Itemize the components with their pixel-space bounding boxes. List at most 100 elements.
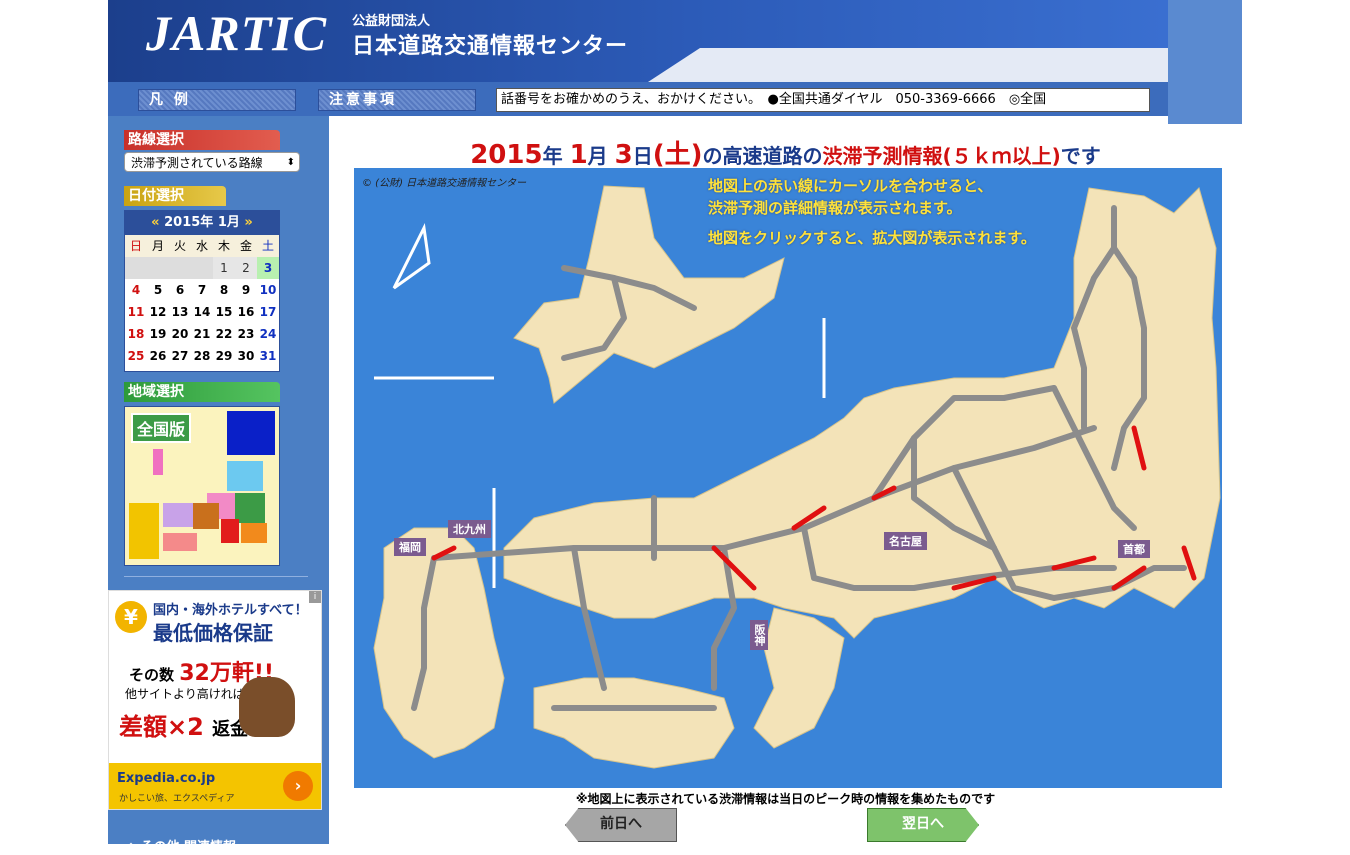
- japan-map-svg[interactable]: [354, 168, 1222, 788]
- calendar-day[interactable]: 7: [191, 279, 213, 301]
- map-instruction-2: 渋滞予測の詳細情報が表示されます。: [708, 199, 962, 217]
- jartic-logo[interactable]: JARTIC: [146, 4, 327, 62]
- calendar-blank: [191, 257, 213, 279]
- calendar-day[interactable]: 25: [125, 345, 147, 367]
- ad-line2: 最低価格保証: [153, 621, 273, 645]
- ad-line5: 差額×2 返金: [119, 707, 248, 742]
- select-arrow-icon: ⬍: [286, 157, 295, 168]
- calendar-day[interactable]: 14: [191, 301, 213, 323]
- calendar: « 2015年 1月 » 日月火水木金土 1 2 3 4 5 6 7 8 9 10 11 12 13 14 1…: [124, 210, 280, 372]
- calendar-day[interactable]: 13: [169, 301, 191, 323]
- other-link[interactable]: ◇ その他 関連情報: [126, 836, 236, 855]
- weekday-header: 水: [191, 235, 213, 257]
- region-label-nagoya[interactable]: 名古屋: [884, 532, 927, 550]
- calendar-blank: [125, 257, 147, 279]
- calendar-day[interactable]: 2: [235, 257, 257, 279]
- calendar-day[interactable]: 17: [257, 301, 279, 323]
- shikoku-landmass: [533, 677, 735, 769]
- calendar-day[interactable]: 22: [213, 323, 235, 345]
- ad-go-arrow-icon[interactable]: ›: [283, 771, 313, 801]
- region-kyushu[interactable]: [129, 503, 159, 559]
- title-day: 3: [614, 140, 633, 170]
- calendar-day[interactable]: 12: [147, 301, 169, 323]
- org-name: 日本道路交通情報センター: [352, 34, 629, 59]
- region-shikoku[interactable]: [163, 533, 197, 551]
- calendar-prev-button[interactable]: «: [151, 215, 159, 230]
- ad-info-icon[interactable]: i: [309, 591, 321, 603]
- region-chugoku[interactable]: [163, 503, 193, 527]
- region-okinawa[interactable]: [153, 449, 163, 475]
- region-label-shuto[interactable]: 首都: [1118, 540, 1150, 558]
- prev-day-button[interactable]: 前日へ: [565, 808, 677, 842]
- calendar-day[interactable]: 5: [147, 279, 169, 301]
- calendar-day[interactable]: 1: [213, 257, 235, 279]
- calendar-day[interactable]: 30: [235, 345, 257, 367]
- expedia-ad[interactable]: i ¥ 国内・海外ホテルすべて！ 最低価格保証 その数 32万軒!! 他サイトよ…: [108, 590, 322, 810]
- calendar-day[interactable]: 15: [213, 301, 235, 323]
- region-label-hanshin[interactable]: 阪神: [750, 620, 768, 650]
- sidebar-divider: [124, 576, 308, 577]
- region-hokkaido[interactable]: [227, 411, 275, 455]
- right-decor: [1168, 0, 1242, 124]
- region-label-kitakyushu[interactable]: 北九州: [448, 520, 491, 538]
- calendar-day[interactable]: 19: [147, 323, 169, 345]
- region-tohoku[interactable]: [227, 461, 263, 491]
- region-kinki[interactable]: [221, 519, 239, 543]
- title-month-unit: 月: [587, 144, 608, 168]
- calendar-grid: 日月火水木金土 1 2 3 4 5 6 7 8 9 10 11 12 13 14 15 16 17 18 19 20 21…: [125, 235, 279, 367]
- site-header: JARTIC 公益財団法人 日本道路交通情報センター: [108, 0, 1168, 82]
- legend-button[interactable]: 凡 例: [138, 89, 296, 111]
- calendar-header: « 2015年 1月 »: [125, 211, 279, 235]
- calendar-day[interactable]: 9: [235, 279, 257, 301]
- region-nationwide-button[interactable]: 全国版: [131, 413, 192, 443]
- calendar-blank: [147, 257, 169, 279]
- calendar-day[interactable]: 4: [125, 279, 147, 301]
- congestion-map[interactable]: © (公財) 日本道路交通情報センター 地図上の赤い線にカーソルを合わせると、 …: [354, 168, 1222, 788]
- map-instructions: 地図上の赤い線にカーソルを合わせると、 渋滞予測の詳細情報が表示されます。 地図…: [708, 176, 1036, 250]
- title-mid: の高速道路の: [702, 144, 823, 168]
- calendar-day[interactable]: 29: [213, 345, 235, 367]
- region-kanto[interactable]: [235, 493, 265, 523]
- calendar-day[interactable]: 31: [257, 345, 279, 367]
- calendar-day[interactable]: 10: [257, 279, 279, 301]
- ad-footer: Expedia.co.jp かしこい旅、エクスペディア ›: [109, 763, 321, 809]
- calendar-day[interactable]: 18: [125, 323, 147, 345]
- calendar-day[interactable]: 11: [125, 301, 147, 323]
- title-year-unit: 年: [542, 144, 563, 168]
- main-content: 2015年 1月 3日(土)の高速道路の渋滞予測情報(５ｋｍ以上)です © (公…: [329, 124, 1242, 844]
- calendar-day[interactable]: 20: [169, 323, 191, 345]
- region-tokai[interactable]: [241, 523, 267, 543]
- kyushu-landmass: [373, 527, 505, 759]
- ad-brand-sub: かしこい旅、エクスペディア: [119, 794, 235, 804]
- calendar-next-button[interactable]: »: [244, 215, 252, 230]
- ad-brand: Expedia.co.jp: [117, 771, 216, 786]
- next-day-button[interactable]: 翌日へ: [867, 808, 979, 842]
- weekday-header: 金: [235, 235, 257, 257]
- map-instruction-3: 地図をクリックすると、拡大図が表示されます。: [708, 229, 1036, 247]
- calendar-day[interactable]: 8: [213, 279, 235, 301]
- calendar-day[interactable]: 21: [191, 323, 213, 345]
- region-label-fukuoka[interactable]: 福岡: [394, 538, 426, 556]
- calendar-blank: [169, 257, 191, 279]
- calendar-day[interactable]: 16: [235, 301, 257, 323]
- calendar-day[interactable]: 23: [235, 323, 257, 345]
- weekday-header: 火: [169, 235, 191, 257]
- region-hokuriku[interactable]: [193, 503, 219, 529]
- land-group: [373, 185, 1221, 769]
- calendar-day[interactable]: 28: [191, 345, 213, 367]
- ad-line5a: 差額×2: [119, 713, 204, 741]
- calendar-day[interactable]: 3: [257, 257, 279, 279]
- calendar-day[interactable]: 24: [257, 323, 279, 345]
- route-select[interactable]: 渋滞予測されている路線 ⬍: [124, 152, 300, 172]
- calendar-day[interactable]: 26: [147, 345, 169, 367]
- ad-line1: 国内・海外ホテルすべて！: [153, 603, 308, 618]
- calendar-day[interactable]: 6: [169, 279, 191, 301]
- title-year: 2015: [470, 140, 543, 170]
- region-minimap[interactable]: 全国版: [124, 406, 280, 566]
- sidebar: 路線選択 渋滞予測されている路線 ⬍ 日付選択 « 2015年 1月 » 日月火…: [108, 116, 329, 855]
- weekday-header: 土: [257, 235, 279, 257]
- calendar-day[interactable]: 27: [169, 345, 191, 367]
- bear-mascot-icon: [239, 677, 295, 737]
- notice-button[interactable]: 注意事項: [318, 89, 476, 111]
- title-end: です: [1060, 144, 1101, 168]
